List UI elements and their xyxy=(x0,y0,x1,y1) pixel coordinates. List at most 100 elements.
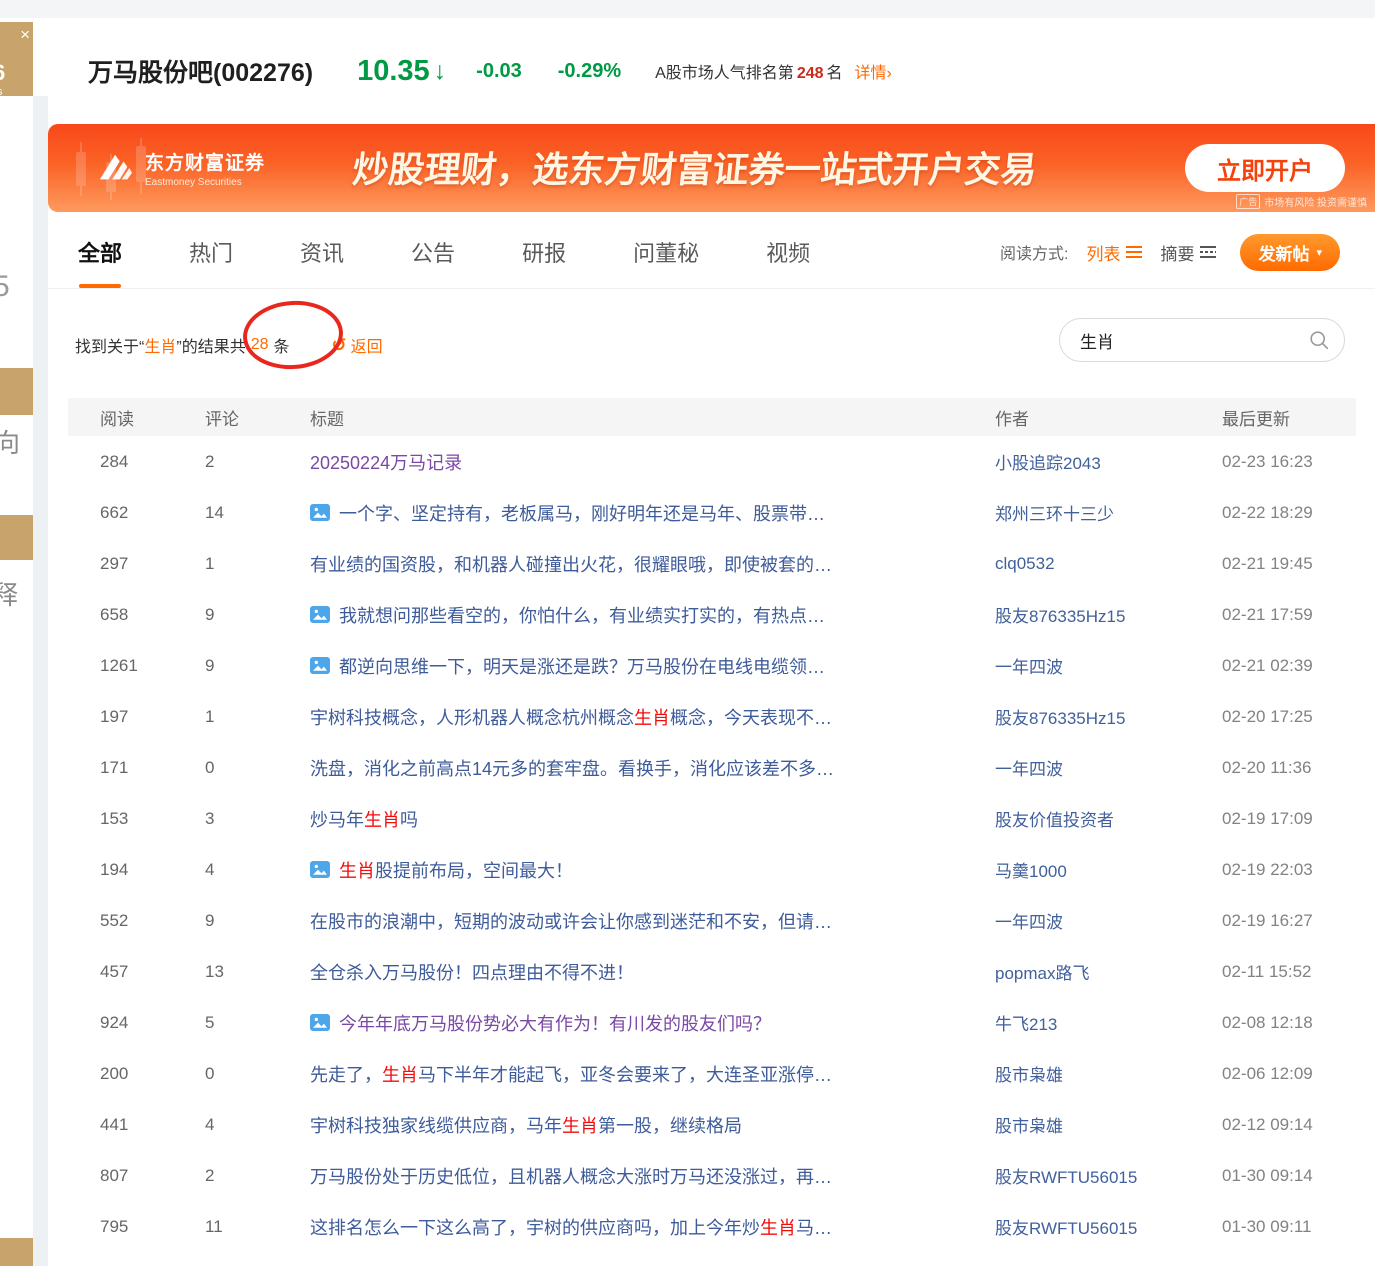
page-title: 万马股份吧(002276) xyxy=(88,53,313,89)
table-row: 658 9 我就想问那些看空的，你怕什么，有业绩实打实的，有热点… 股友8763… xyxy=(68,589,1356,640)
content-card: 全部 热门 资讯 公告 研报 问董秘 视频 阅读方式: 列表 摘要 发新帖 ▾ … xyxy=(48,215,1375,1266)
post-title-link[interactable]: 万马股份处于历史低位，且机器人概念大涨时万马还没涨过，再… xyxy=(310,1163,832,1189)
title-cell: 宇树科技概念，人形机器人概念杭州概念生肖概念，今天表现不… xyxy=(310,704,995,730)
author-link[interactable]: popmax路飞 xyxy=(995,964,1089,983)
update-time: 02-08 12:18 xyxy=(1222,1013,1356,1033)
title-cell: 生肖股提前布局，空间最大！ xyxy=(310,857,995,883)
ad-partial-text: 5 xyxy=(0,270,10,304)
tab-bar: 全部 热门 资讯 公告 研报 问董秘 视频 阅读方式: 列表 摘要 发新帖 ▾ xyxy=(48,215,1375,289)
list-view-toggle[interactable]: 列表 xyxy=(1086,240,1142,265)
author-link[interactable]: 股友876335Hz15 xyxy=(995,709,1125,728)
title-cell: 有业绩的国资股，和机器人碰撞出火花，很耀眼哦，即使被套的… xyxy=(310,551,995,577)
author-link[interactable]: 股友876335Hz15 xyxy=(995,607,1125,626)
keyword-highlight: 生肖 xyxy=(364,810,400,830)
author-link[interactable]: 一年四波 xyxy=(995,760,1063,779)
author-link[interactable]: clq0532 xyxy=(995,554,1055,573)
stock-price: 10.35 xyxy=(357,55,430,88)
post-title-link[interactable]: 今年年底万马股份势必大有作为！有川发的股友们吗？ xyxy=(339,1010,771,1036)
image-attachment-icon xyxy=(310,861,330,878)
post-title-link[interactable]: 一个字、坚定持有，老板属马，刚好明年还是马年、股票带… xyxy=(339,500,825,526)
summary-view-toggle[interactable]: 摘要 xyxy=(1160,240,1216,265)
search-box xyxy=(1059,318,1345,362)
post-title-link[interactable]: 先走了，生肖马下半年才能起飞，亚冬会要来了，大连圣亚涨停… xyxy=(310,1061,832,1087)
tab-2[interactable]: 资讯 xyxy=(300,215,344,288)
eastmoney-logo-icon xyxy=(96,151,136,185)
post-title-link[interactable]: 全仓杀入万马股份！四点理由不得不进！ xyxy=(310,959,634,985)
comment-count: 2 xyxy=(205,452,310,472)
securities-ad-banner[interactable]: 东方财富证券 Eastmoney Securities 炒股理财，选东方财富证券… xyxy=(48,124,1375,212)
author-link[interactable]: 股市枭雄 xyxy=(995,1066,1063,1085)
tab-0[interactable]: 全部 xyxy=(78,215,122,288)
author-link[interactable]: 一年四波 xyxy=(995,658,1063,677)
image-attachment-icon xyxy=(310,657,330,674)
tab-5[interactable]: 问董秘 xyxy=(633,215,699,288)
table-row: 441 4 宇树科技独家线缆供应商，马年生肖第一股，继续格局 股市枭雄 02-1… xyxy=(68,1099,1356,1150)
stock-change: -0.03 xyxy=(476,60,522,83)
post-title-link[interactable]: 都逆向思维一下，明天是涨还是跌？万马股份在电线电缆领… xyxy=(339,653,825,679)
keyword-highlight: 生肖 xyxy=(634,708,670,728)
read-count: 924 xyxy=(68,1013,205,1033)
title-cell: 洗盘，消化之前高点14元多的套牢盘。看换手，消化应该差不多… xyxy=(310,755,995,781)
ad-partial-text: 释 xyxy=(0,575,18,612)
close-icon[interactable]: × xyxy=(20,26,30,43)
image-attachment-icon xyxy=(310,1014,330,1031)
update-time: 02-19 16:27 xyxy=(1222,911,1356,931)
post-title-link[interactable]: 宇树科技概念，人形机器人概念杭州概念生肖概念，今天表现不… xyxy=(310,704,832,730)
read-count: 297 xyxy=(68,554,205,574)
tab-1[interactable]: 热门 xyxy=(189,215,233,288)
post-title-link[interactable]: 炒马年生肖吗 xyxy=(310,806,418,832)
update-time: 02-20 17:25 xyxy=(1222,707,1356,727)
comment-count: 0 xyxy=(205,1064,310,1084)
comment-count: 9 xyxy=(205,911,310,931)
rank-prefix: A股市场人气排名第 xyxy=(655,65,794,82)
author-link[interactable]: 牛飞213 xyxy=(995,1015,1057,1034)
author-link[interactable]: 郑州三环十三少 xyxy=(995,505,1114,524)
post-title-link[interactable]: 我就想问那些看空的，你怕什么，有业绩实打实的，有热点… xyxy=(339,602,825,628)
rank-unit: 名 xyxy=(827,65,843,82)
tab-6[interactable]: 视频 xyxy=(766,215,810,288)
tab-4[interactable]: 研报 xyxy=(522,215,566,288)
comment-count: 2 xyxy=(205,1166,310,1186)
post-title-link[interactable]: 洗盘，消化之前高点14元多的套牢盘。看换手，消化应该差不多… xyxy=(310,755,834,781)
post-title-link[interactable]: 这排名怎么一下这么高了，宇树的供应商吗，加上今年炒生肖马… xyxy=(310,1214,832,1240)
new-post-button[interactable]: 发新帖 ▾ xyxy=(1240,234,1340,271)
left-ad-rail: × 6 s 5 向 释 xyxy=(0,18,33,1266)
read-mode-label: 阅读方式: xyxy=(1000,240,1068,264)
author-link[interactable]: 股市枭雄 xyxy=(995,1117,1063,1136)
read-count: 662 xyxy=(68,503,205,523)
top-page-strip xyxy=(0,0,1375,18)
tab-3[interactable]: 公告 xyxy=(411,215,455,288)
author-link[interactable]: 股友价值投资者 xyxy=(995,811,1114,830)
left-ad-block xyxy=(0,515,33,560)
back-label: 返回 xyxy=(351,333,383,357)
read-mode-controls: 阅读方式: 列表 摘要 发新帖 ▾ xyxy=(1000,215,1340,289)
post-title-link[interactable]: 生肖股提前布局，空间最大！ xyxy=(339,857,573,883)
title-cell: 炒马年生肖吗 xyxy=(310,806,995,832)
author-link[interactable]: 股友RWFTU56015 xyxy=(995,1168,1137,1187)
table-row: 1261 9 都逆向思维一下，明天是涨还是跌？万马股份在电线电缆领… 一年四波 … xyxy=(68,640,1356,691)
author-link[interactable]: 一年四波 xyxy=(995,913,1063,932)
title-cell: 我就想问那些看空的，你怕什么，有业绩实打实的，有热点… xyxy=(310,602,995,628)
read-count: 552 xyxy=(68,911,205,931)
author-link[interactable]: 马羹1000 xyxy=(995,862,1067,881)
col-title: 标题 xyxy=(310,405,995,430)
update-time: 01-30 09:14 xyxy=(1222,1166,1356,1186)
title-cell: 这排名怎么一下这么高了，宇树的供应商吗，加上今年炒生肖马… xyxy=(310,1214,995,1240)
search-input[interactable] xyxy=(1059,318,1345,362)
detail-link[interactable]: 详情› xyxy=(855,59,892,83)
col-author: 作者 xyxy=(995,405,1222,430)
author-link[interactable]: 小股追踪2043 xyxy=(995,454,1101,473)
post-title-link[interactable]: 在股市的浪潮中，短期的波动或许会让你感到迷茫和不安，但请… xyxy=(310,908,832,934)
title-cell: 都逆向思维一下，明天是涨还是跌？万马股份在电线电缆领… xyxy=(310,653,995,679)
back-link[interactable]: ↺ 返回 xyxy=(332,333,383,357)
post-title-link[interactable]: 宇树科技独家线缆供应商，马年生肖第一股，继续格局 xyxy=(310,1112,742,1138)
post-title-link[interactable]: 有业绩的国资股，和机器人碰撞出火花，很耀眼哦，即使被套的… xyxy=(310,551,832,577)
search-icon[interactable] xyxy=(1309,330,1329,350)
update-time: 02-19 22:03 xyxy=(1222,860,1356,880)
table-row: 662 14 一个字、坚定持有，老板属马，刚好明年还是马年、股票带… 郑州三环十… xyxy=(68,487,1356,538)
table-row: 457 13 全仓杀入万马股份！四点理由不得不进！ popmax路飞 02-11… xyxy=(68,946,1356,997)
comment-count: 0 xyxy=(205,758,310,778)
open-account-button[interactable]: 立即开户 xyxy=(1185,144,1345,192)
author-link[interactable]: 股友RWFTU56015 xyxy=(995,1219,1137,1238)
post-title-link[interactable]: 20250224万马记录 xyxy=(310,449,462,475)
